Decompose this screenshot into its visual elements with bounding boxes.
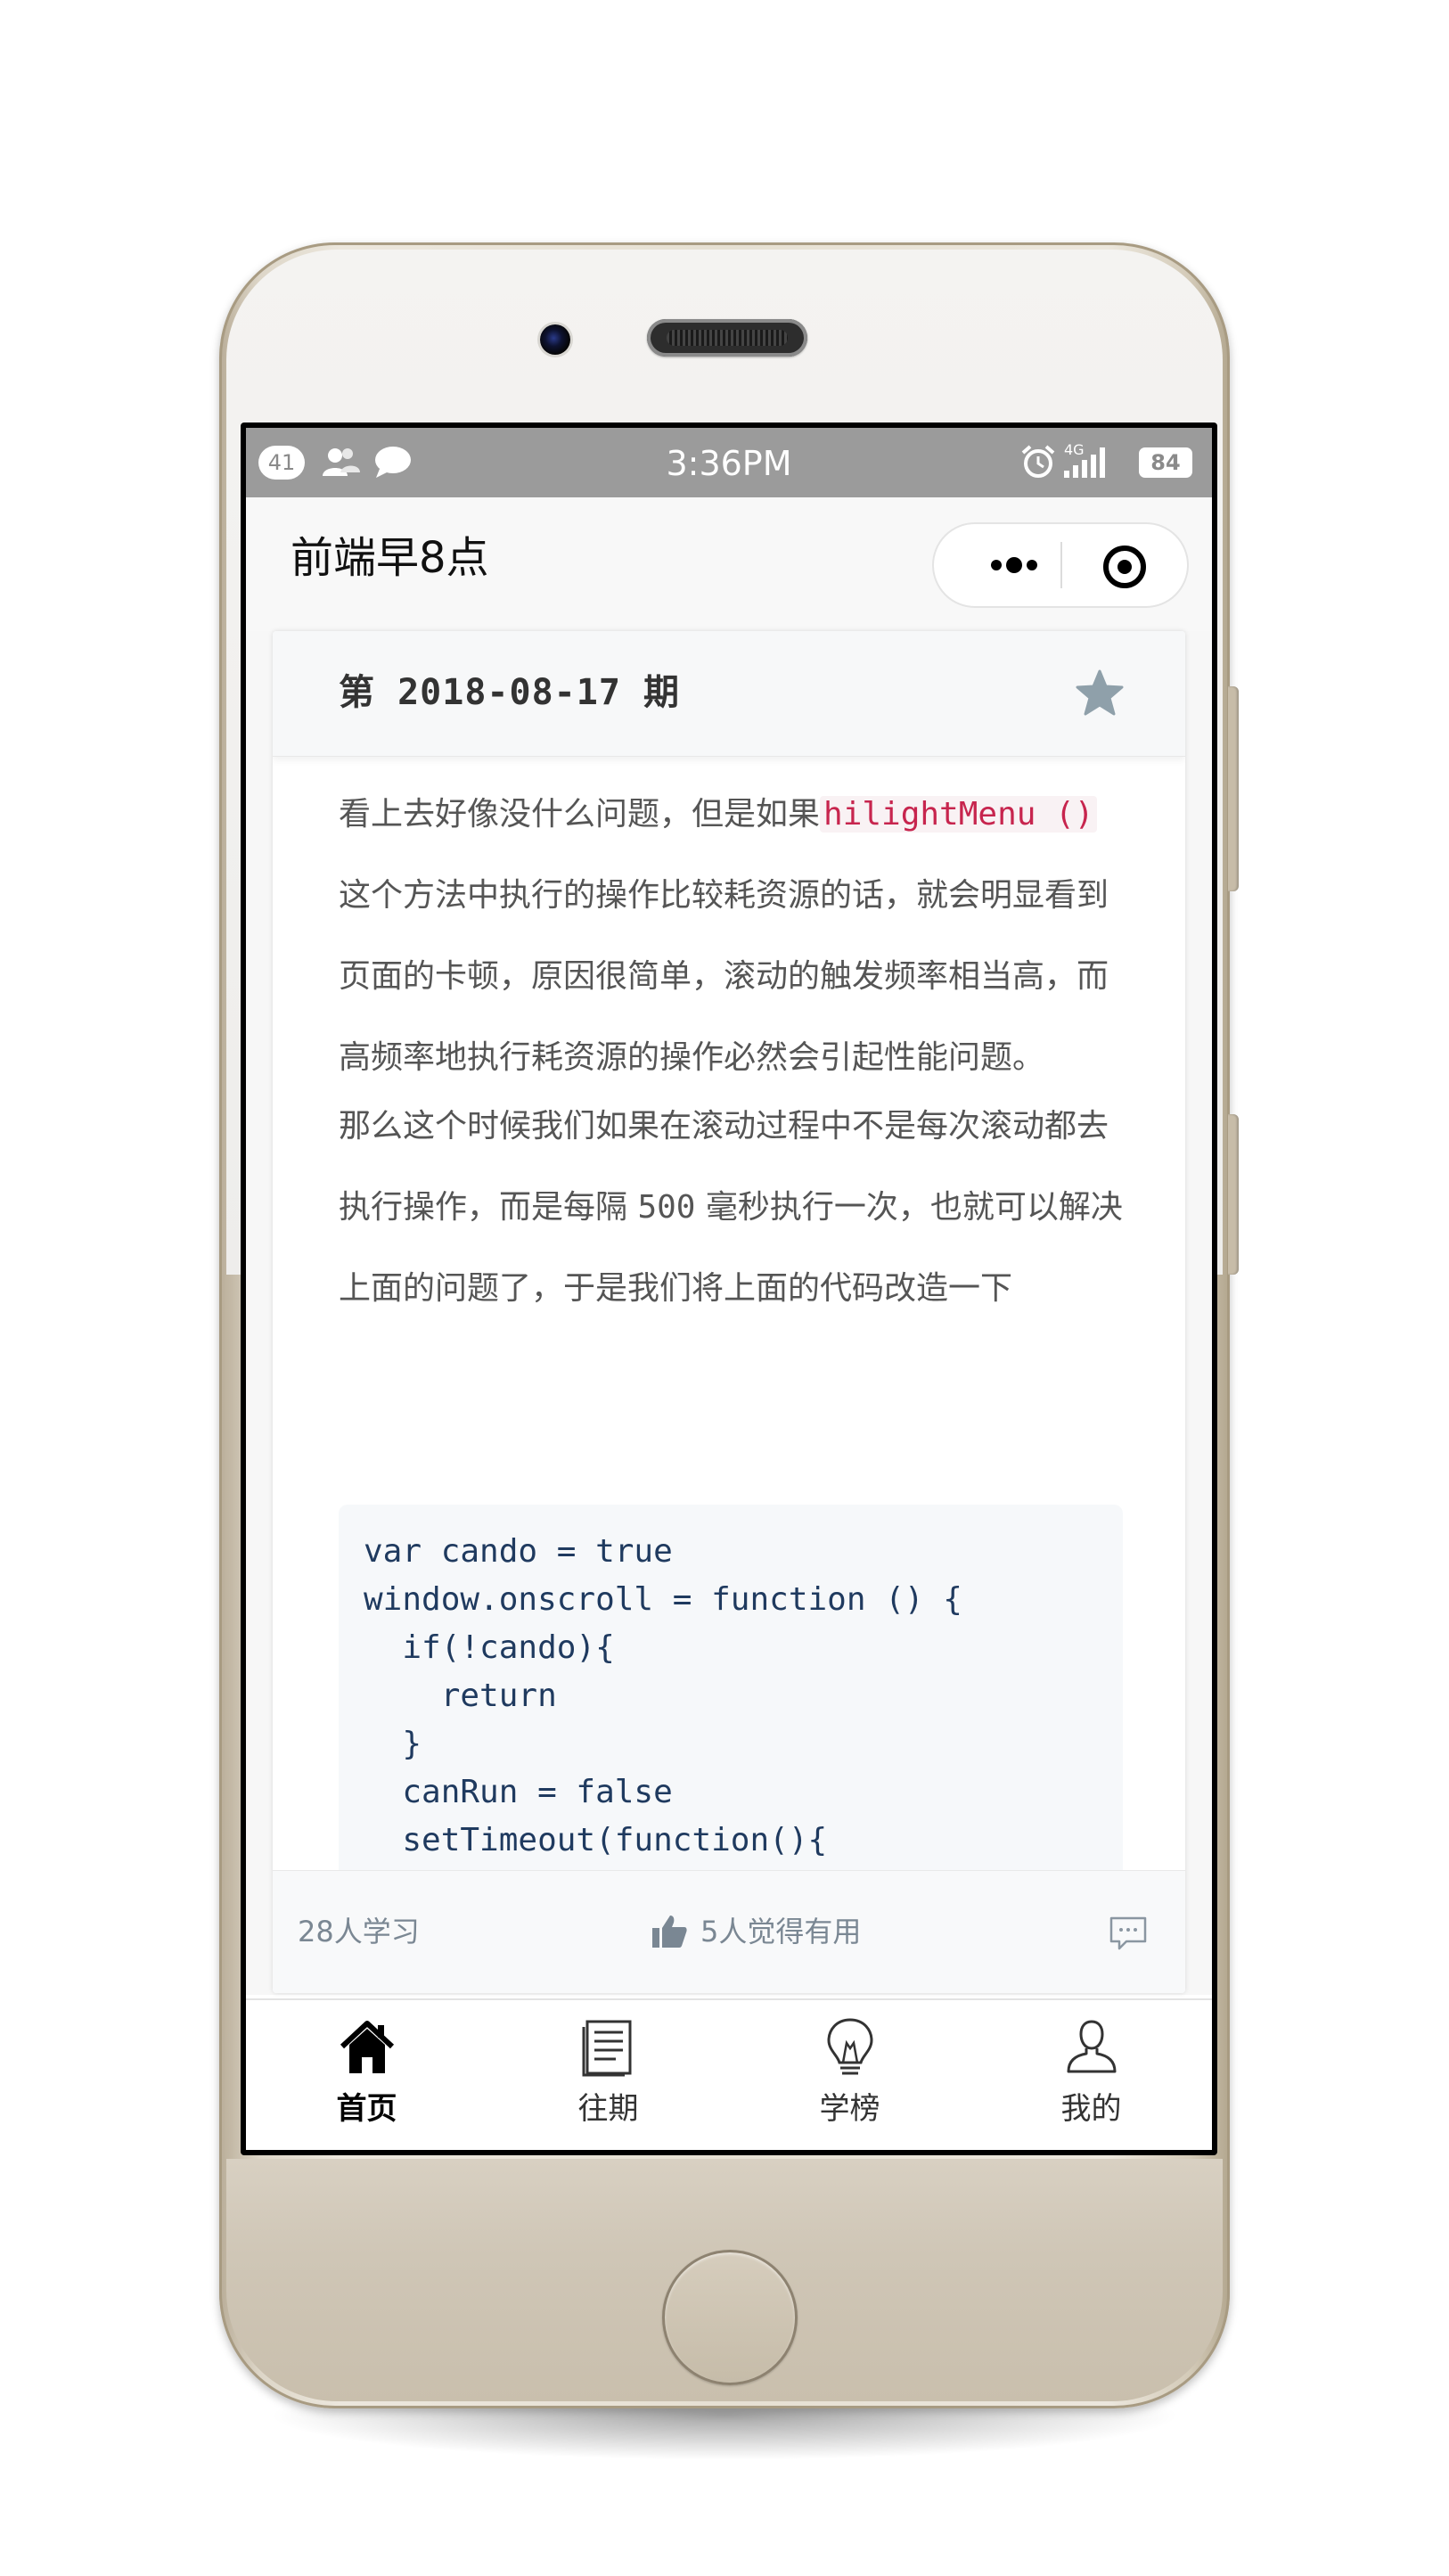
favorite-star-icon[interactable] bbox=[1075, 669, 1125, 718]
volume-button bbox=[1228, 686, 1239, 891]
thumbs-up-icon[interactable] bbox=[651, 1914, 688, 1949]
learner-count: 28人学习 bbox=[298, 1915, 420, 1948]
power-button bbox=[1228, 1114, 1239, 1275]
tab-label: 往期 bbox=[577, 2091, 639, 2127]
card-header: 第 2018-08-17 期 bbox=[273, 631, 1185, 757]
article-paragraph: 那么这个时候我们如果在滚动过程中不是每次滚动都去执行操作，而是每隔 500 毫秒… bbox=[339, 1086, 1123, 1329]
capsule-menu bbox=[932, 522, 1189, 608]
page-content: 第 2018-08-17 期 看上去好像没什么问题，但是如果 hilightMen… bbox=[246, 631, 1212, 1995]
comment-icon[interactable] bbox=[1109, 1916, 1148, 1951]
close-mini-program-icon[interactable] bbox=[1103, 546, 1146, 588]
tab-archive[interactable]: 往期 bbox=[487, 2000, 729, 2150]
home-button[interactable] bbox=[662, 2250, 798, 2385]
code-block: var cando = true window.onscroll = funct… bbox=[339, 1505, 1123, 1879]
tab-label: 学榜 bbox=[819, 2091, 880, 2127]
app-viewport: 41 3:36PM 4G 84 前端早8点 第 2018-08-17 期 看上去… bbox=[246, 428, 1212, 2150]
capsule-divider bbox=[1060, 542, 1062, 588]
article-body: 看上去好像没什么问题，但是如果 hilightMenu () 这个方法中执行的操作… bbox=[339, 774, 1123, 1329]
tab-label: 我的 bbox=[1060, 2091, 1122, 2127]
battery-indicator: 84 bbox=[1139, 447, 1192, 478]
article-card: 第 2018-08-17 期 看上去好像没什么问题，但是如果 hilightMen… bbox=[273, 631, 1185, 1993]
status-bar: 41 3:36PM 4G 84 bbox=[246, 428, 1212, 497]
home-icon bbox=[340, 2021, 395, 2073]
useful-count[interactable]: 5人觉得有用 bbox=[700, 1912, 861, 1951]
alarm-icon bbox=[1021, 445, 1055, 478]
card-footer: 28人学习 5人觉得有用 bbox=[273, 1870, 1185, 1993]
user-icon bbox=[1067, 2020, 1117, 2073]
paragraph-text: 这个方法中执行的操作比较耗资源的话，就会明显看到页面的卡顿，原因很简单，滚动的触… bbox=[339, 877, 1109, 1076]
tab-profile[interactable]: 我的 bbox=[970, 2000, 1212, 2150]
phone-screen: 41 3:36PM 4G 84 前端早8点 第 2018-08-17 期 看上去… bbox=[241, 422, 1217, 2155]
tab-label: 首页 bbox=[336, 2091, 397, 2127]
signal-icon bbox=[1064, 447, 1105, 478]
lightbulb-icon bbox=[827, 2018, 873, 2075]
page-title: 前端早8点 bbox=[291, 533, 489, 583]
document-icon bbox=[582, 2020, 632, 2077]
inline-number: 500 bbox=[637, 1189, 696, 1226]
issue-title: 第 2018-08-17 期 bbox=[339, 672, 680, 713]
mini-program-nav-bar: 前端早8点 bbox=[246, 497, 1212, 631]
bottom-tab-bar: 首页 往期 学榜 我的 bbox=[246, 1998, 1212, 2150]
paragraph-text: 看上去好像没什么问题，但是如果 bbox=[339, 796, 821, 833]
article-paragraph: 看上去好像没什么问题，但是如果 hilightMenu () 这个方法中执行的操作… bbox=[339, 774, 1123, 1098]
earpiece-speaker bbox=[647, 319, 807, 357]
tab-leaderboard[interactable]: 学榜 bbox=[729, 2000, 970, 2150]
more-options-icon[interactable] bbox=[970, 547, 1059, 583]
front-camera bbox=[540, 324, 570, 355]
inline-code: hilightMenu () bbox=[820, 796, 1098, 833]
tab-home[interactable]: 首页 bbox=[246, 2000, 487, 2150]
